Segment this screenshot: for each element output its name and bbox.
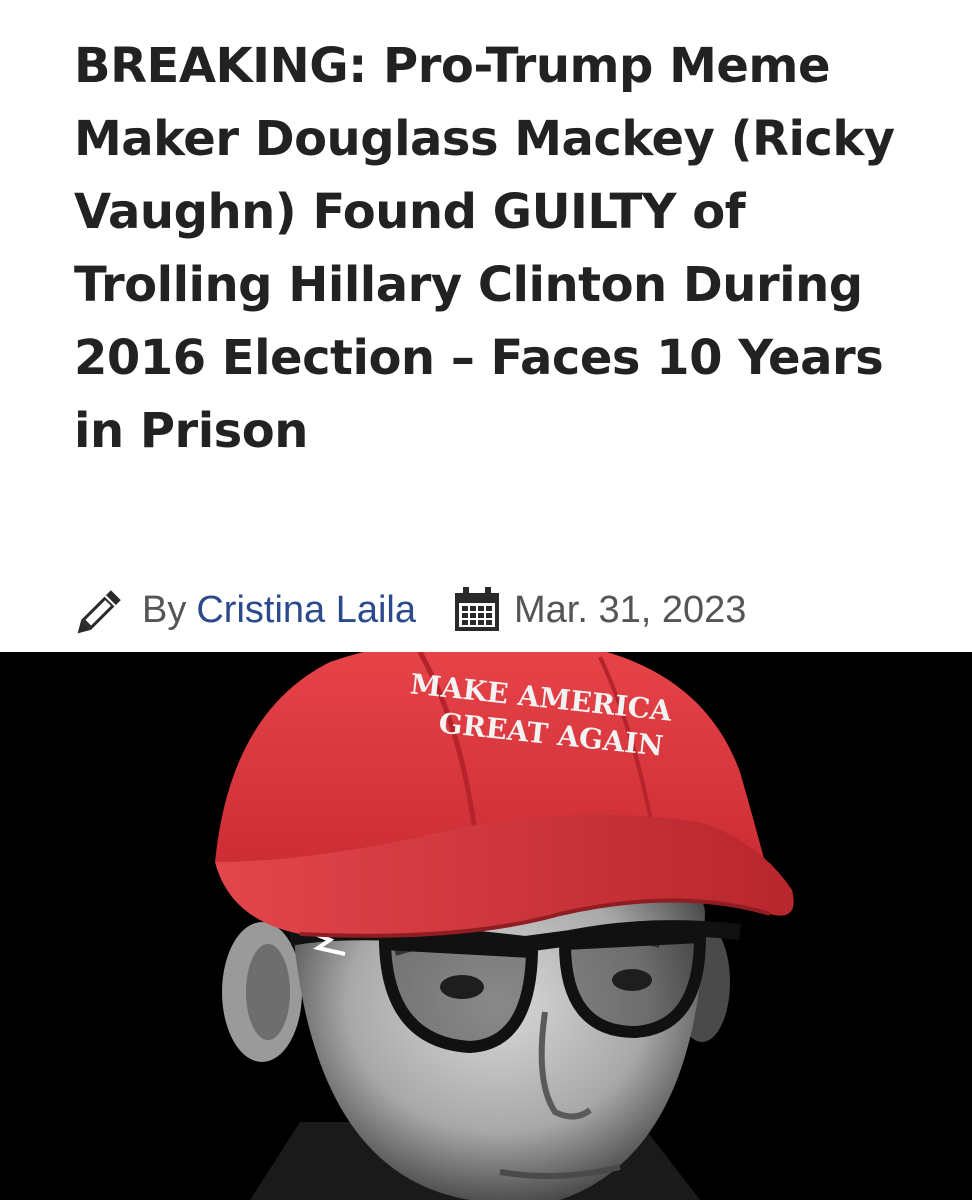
- article-headline: BREAKING: Pro-Trump Meme Maker Douglass …: [74, 38, 895, 459]
- publish-date: Mar. 31, 2023: [514, 588, 747, 631]
- byline-prefix: By: [142, 588, 187, 631]
- pencil-icon: [74, 583, 128, 637]
- article-byline: By Cristina Laila Mar. 31, 2023: [74, 582, 746, 638]
- author-link[interactable]: Cristina Laila: [196, 589, 416, 632]
- article-page: BREAKING: Pro-Trump Meme Maker Douglass …: [0, 0, 972, 1200]
- article-photo: MAKE AMERICA GREAT AGAIN: [0, 652, 972, 1200]
- calendar-icon: [452, 585, 502, 635]
